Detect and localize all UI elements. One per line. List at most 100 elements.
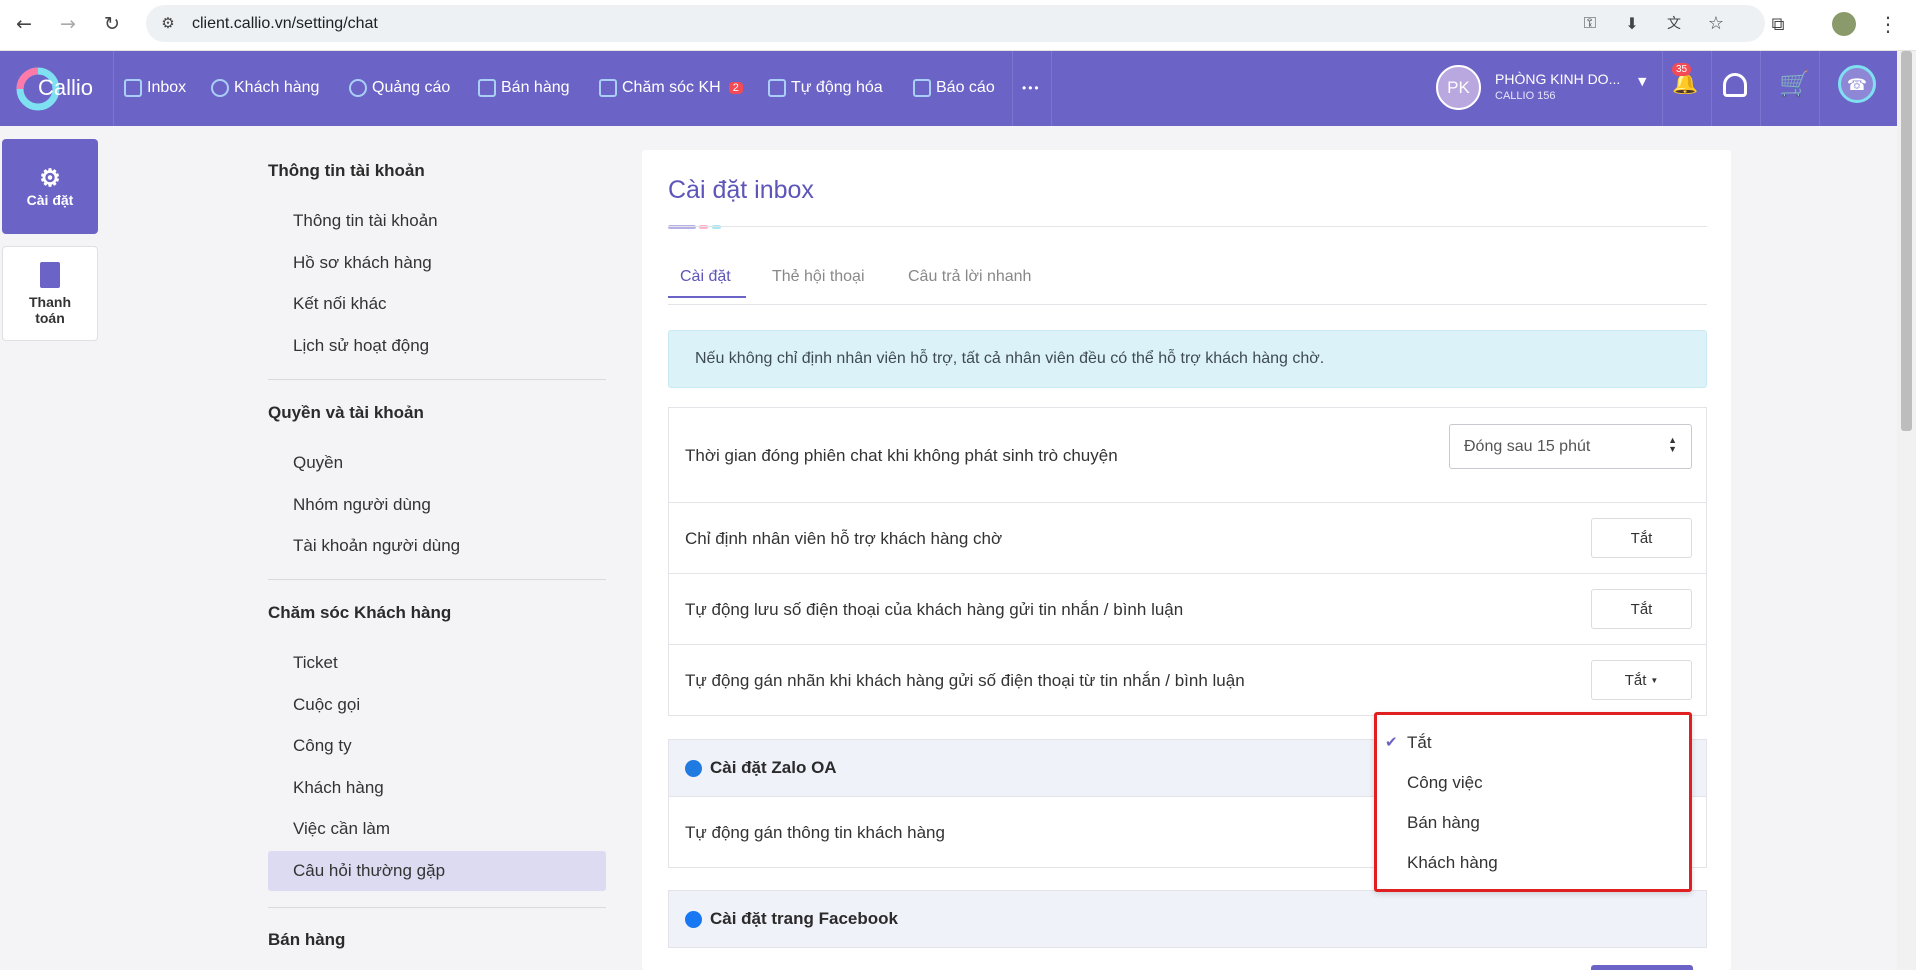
nav-care[interactable]: Chăm sóc KH 2 xyxy=(599,74,743,102)
nav-ads[interactable]: Quảng cáo xyxy=(349,74,450,102)
setting-row-assign-agent: Chỉ định nhân viên hỗ trợ khách hàng chờ… xyxy=(668,503,1707,574)
menu-section-title: Quyền và tài khoản xyxy=(268,403,424,422)
chevron-down-icon: ▼ xyxy=(1638,75,1647,88)
browser-menu-icon[interactable]: ⋮ xyxy=(1874,10,1902,38)
auto-label-dropdown-button[interactable]: Tắt ▼ xyxy=(1591,660,1692,700)
page-scrollbar[interactable] xyxy=(1897,51,1916,970)
rail-billing-label: Thanh toán xyxy=(29,293,71,326)
phone-call-icon[interactable]: ☎ xyxy=(1838,65,1876,103)
cart-icon[interactable]: 🛒 xyxy=(1779,69,1810,99)
select-arrows-icon: ▲ ▼ xyxy=(1668,435,1677,454)
install-app-icon[interactable]: ⬇ xyxy=(1618,9,1646,37)
nav-divider xyxy=(1012,51,1013,126)
tab-conversation-tags[interactable]: Thẻ hội thoại xyxy=(772,268,865,286)
nav-customers-label: Khách hàng xyxy=(234,79,320,96)
tabs-divider xyxy=(668,304,1707,305)
nav-inbox[interactable]: Inbox xyxy=(124,74,186,102)
dropdown-option-tasks[interactable]: Công việc xyxy=(1407,773,1483,793)
nav-automation[interactable]: Tự động hóa xyxy=(768,74,883,102)
forward-icon[interactable]: → xyxy=(54,10,82,38)
setting-label: Chỉ định nhân viên hỗ trợ khách hàng chờ xyxy=(685,529,1003,548)
active-tab-indicator xyxy=(668,296,746,298)
check-icon: ✔ xyxy=(1385,733,1398,751)
nav-divider xyxy=(1819,51,1820,126)
assign-agent-toggle[interactable]: Tắt xyxy=(1591,518,1692,558)
menu-item-account-info[interactable]: Thông tin tài khoản xyxy=(268,201,606,241)
menu-item-ticket[interactable]: Ticket xyxy=(268,643,606,683)
setting-row-session-timeout: Thời gian đóng phiên chat khi không phát… xyxy=(668,407,1707,503)
nav-more-button[interactable]: ••• xyxy=(1022,74,1041,102)
setting-label: Tự động gán thông tin khách hàng xyxy=(685,823,945,842)
zalo-section-title: Cài đặt Zalo OA xyxy=(710,758,837,777)
facebook-action-button[interactable] xyxy=(1591,965,1693,970)
auto-label-dropdown-menu: ✔ Tắt Công việc Bán hàng Khách hàng xyxy=(1374,712,1692,892)
menu-item-permissions[interactable]: Quyền xyxy=(268,443,606,483)
reload-icon[interactable]: ↻ xyxy=(98,10,126,38)
user-menu[interactable]: PK PHÒNG KINH DO... CALLIO 156 ▼ xyxy=(1436,65,1656,111)
report-icon xyxy=(913,79,931,97)
nav-divider xyxy=(1662,51,1663,126)
nav-divider xyxy=(113,51,114,126)
robot-icon xyxy=(768,79,786,97)
setting-label: Thời gian đóng phiên chat khi không phát… xyxy=(685,446,1118,465)
back-icon[interactable]: ← xyxy=(10,10,38,38)
menu-item-faq[interactable]: Câu hỏi thường gặp xyxy=(268,851,606,891)
password-key-icon[interactable]: ⚿ xyxy=(1576,9,1604,37)
ads-icon xyxy=(349,79,367,97)
nav-customers[interactable]: Khách hàng xyxy=(211,74,319,102)
session-timeout-select[interactable]: Đóng sau 15 phút ▲ ▼ xyxy=(1449,424,1692,469)
dropdown-option-sales[interactable]: Bán hàng xyxy=(1407,813,1480,833)
zalo-icon xyxy=(685,759,702,777)
nav-reports[interactable]: Báo cáo xyxy=(913,74,995,102)
tab-quick-replies[interactable]: Câu trả lời nhanh xyxy=(908,268,1031,286)
menu-item-other-connections[interactable]: Kết nối khác xyxy=(268,284,606,324)
nav-reports-label: Báo cáo xyxy=(936,79,995,96)
facebook-icon xyxy=(685,910,702,928)
left-rail: ⚙ Cài đặt Thanh toán xyxy=(0,126,104,970)
setting-row-auto-label: Tự động gán nhãn khi khách hàng gửi số đ… xyxy=(668,645,1707,716)
nav-inbox-label: Inbox xyxy=(147,79,187,96)
receipt-icon xyxy=(40,261,60,288)
session-timeout-value: Đóng sau 15 phút xyxy=(1464,437,1591,455)
profile-avatar[interactable] xyxy=(1830,10,1858,38)
menu-item-todo[interactable]: Việc cần làm xyxy=(268,809,606,849)
nav-automation-label: Tự động hóa xyxy=(791,79,883,96)
nav-care-label: Chăm sóc KH xyxy=(622,79,721,96)
site-settings-icon[interactable]: ⚙ xyxy=(154,9,182,37)
menu-item-activity-log[interactable]: Lịch sử hoạt động xyxy=(268,326,606,366)
setting-row-save-phone: Tự động lưu số điện thoại của khách hàng… xyxy=(668,574,1707,645)
dropdown-option-off[interactable]: Tắt xyxy=(1407,733,1432,753)
rail-billing-button[interactable]: Thanh toán xyxy=(2,246,98,341)
page-title: Cài đặt inbox xyxy=(668,176,814,204)
menu-item-user-groups[interactable]: Nhóm người dùng xyxy=(268,485,606,525)
dropdown-option-customers[interactable]: Khách hàng xyxy=(1407,853,1498,873)
bookmark-star-icon[interactable]: ☆ xyxy=(1702,9,1730,37)
scroll-thumb[interactable] xyxy=(1901,51,1912,431)
nav-divider xyxy=(1760,51,1761,126)
rail-settings-button[interactable]: ⚙ Cài đặt xyxy=(2,139,98,234)
menu-item-user-accounts[interactable]: Tài khoản người dùng xyxy=(268,526,606,566)
extensions-icon[interactable]: ⧉ xyxy=(1764,10,1792,38)
auto-label-value: Tắt xyxy=(1624,671,1647,689)
nav-sales[interactable]: Bán hàng xyxy=(478,74,570,102)
menu-divider xyxy=(268,579,606,580)
user-avatar: PK xyxy=(1436,65,1481,110)
tab-settings[interactable]: Cài đặt xyxy=(680,268,731,286)
menu-item-calls[interactable]: Cuộc gọi xyxy=(268,685,606,725)
top-navbar: Callio Inbox Khách hàng Quảng cáo Bán hà… xyxy=(0,51,1897,126)
gear-icon: ⚙ xyxy=(39,164,61,192)
menu-section-title: Bán hàng xyxy=(268,930,346,949)
callio-logo[interactable]: Callio xyxy=(12,61,112,117)
menu-item-customers[interactable]: Khách hàng xyxy=(268,768,606,808)
translate-icon[interactable]: 文 xyxy=(1660,9,1688,37)
address-bar[interactable]: ⚙ client.callio.vn/setting/chat ⚿ ⬇ 文 ☆ xyxy=(146,5,1765,42)
title-divider xyxy=(668,226,1707,227)
menu-item-company[interactable]: Công ty xyxy=(268,726,606,766)
browser-toolbar: ← → ↻ ⚙ client.callio.vn/setting/chat ⚿ … xyxy=(0,0,1916,51)
menu-section-title: Chăm sóc Khách hàng xyxy=(268,603,452,622)
agent-icon[interactable] xyxy=(1723,73,1747,97)
menu-item-customer-profile[interactable]: Hồ sơ khách hàng xyxy=(268,243,606,283)
care-badge: 2 xyxy=(728,82,743,94)
logo-text: Callio xyxy=(38,75,94,100)
save-phone-toggle[interactable]: Tắt xyxy=(1591,589,1692,629)
